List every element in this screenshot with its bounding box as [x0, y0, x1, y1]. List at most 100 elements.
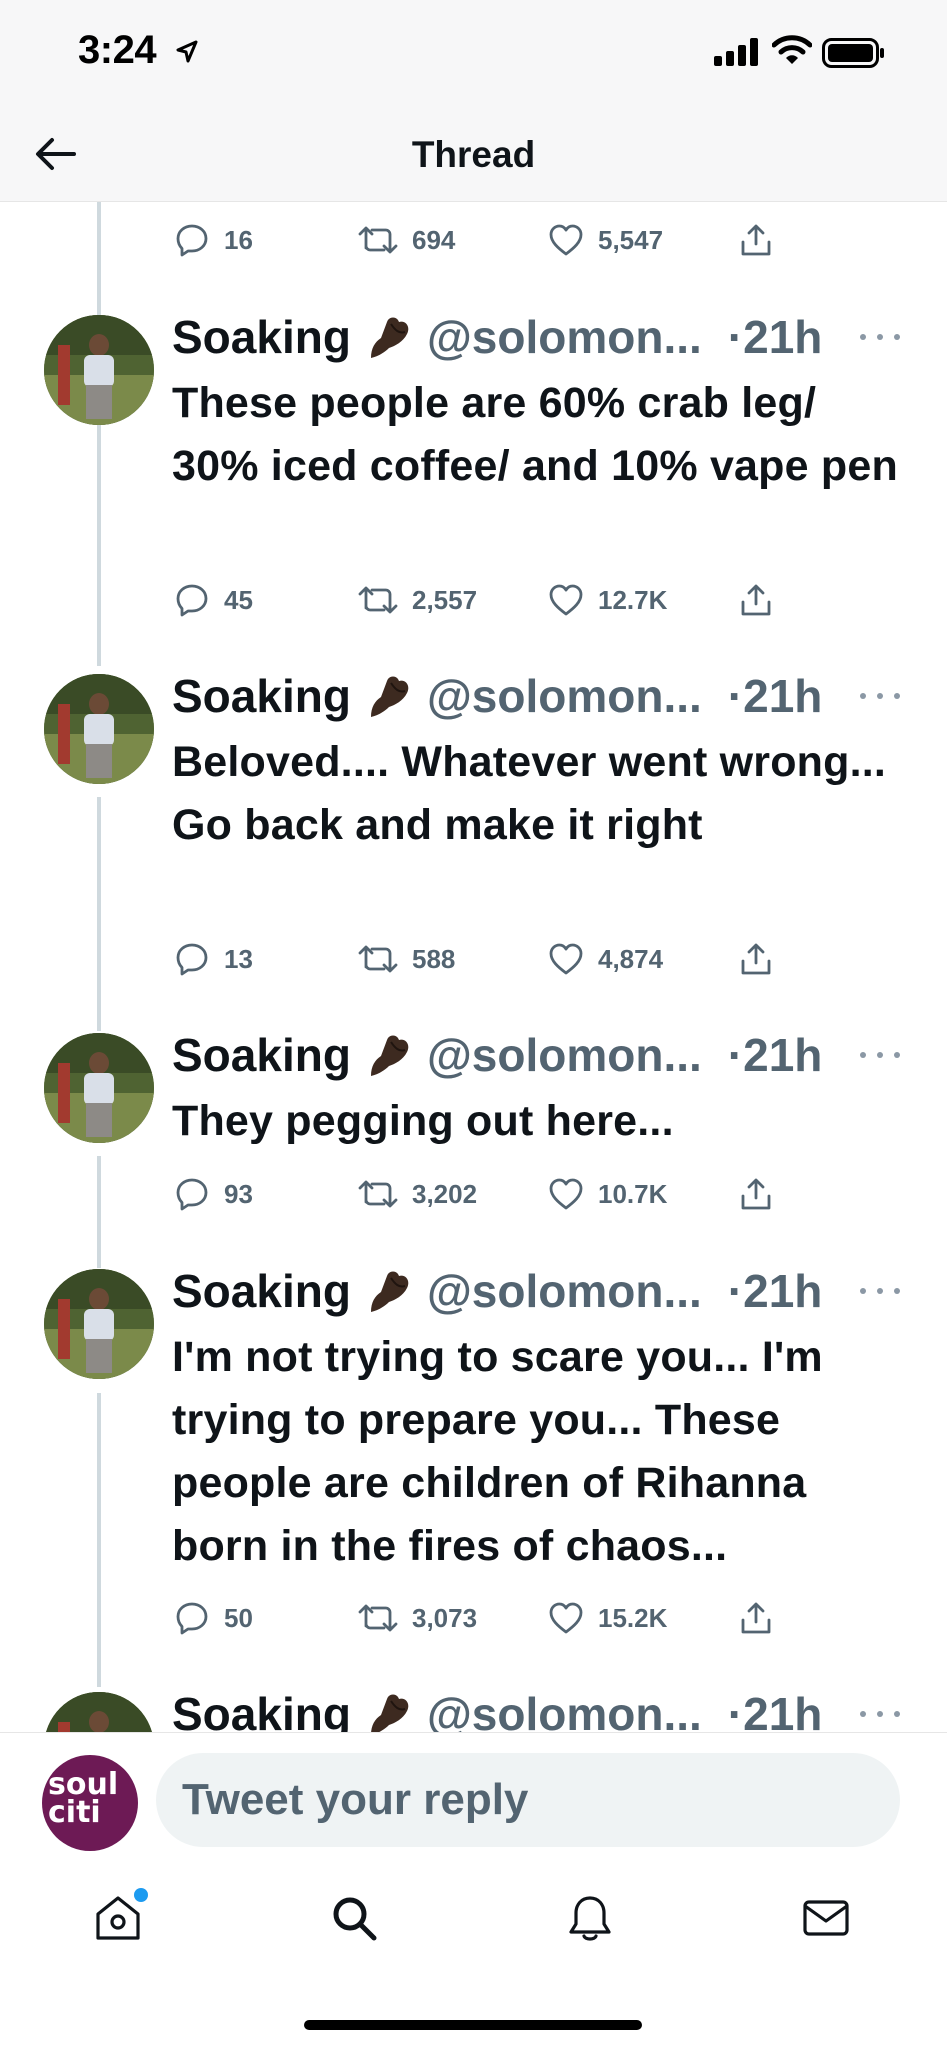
avatar[interactable]: soul citi: [42, 1755, 138, 1851]
cellular-signal-icon: [714, 38, 760, 71]
reply-button[interactable]: 16: [174, 218, 253, 262]
avatar[interactable]: [44, 1033, 154, 1143]
reply-icon: [174, 582, 210, 618]
like-button[interactable]: 4,874: [548, 937, 663, 981]
retweet-count: 3,202: [412, 1178, 478, 1209]
tweet-actions: 13 588 4,874: [0, 937, 947, 981]
reply-count: 16: [224, 224, 253, 255]
page-title: Thread: [411, 134, 536, 175]
reply-count: 93: [224, 1178, 253, 1209]
tweet-time-value: 21h: [743, 311, 823, 363]
tab-home[interactable]: [86, 1888, 150, 1952]
retweet-count: 694: [412, 224, 456, 255]
retweet-button[interactable]: 2,557: [358, 578, 477, 622]
like-button[interactable]: 5,547: [548, 218, 663, 262]
tweet-text: Beloved.... Whatever went wrong... Go ba…: [172, 738, 887, 849]
pinched-fingers-emoji-icon: [365, 671, 415, 721]
tweet-actions: 16 694 5,547: [0, 218, 947, 262]
thread-line: [97, 797, 101, 1031]
author-handle[interactable]: @solomon...: [427, 1264, 702, 1318]
like-button[interactable]: 12.7K: [548, 578, 667, 622]
retweet-button[interactable]: 588: [358, 937, 455, 981]
pinched-fingers-emoji-icon: [365, 312, 415, 362]
tweet-header: Soaking @solomon... ·21h: [172, 306, 822, 368]
more-options-button[interactable]: [860, 1704, 900, 1724]
reply-count: 50: [224, 1602, 253, 1633]
more-options-button[interactable]: [860, 1281, 900, 1301]
tweet-time: ·21h: [727, 1029, 823, 1081]
avatar[interactable]: [44, 315, 154, 425]
tab-bar: [0, 1852, 947, 2048]
like-button[interactable]: 15.2K: [548, 1596, 667, 1640]
heart-icon: [548, 942, 584, 976]
heart-icon: [548, 223, 584, 257]
reply-button[interactable]: 45: [174, 578, 253, 622]
share-icon: [738, 941, 774, 977]
avatar[interactable]: [44, 674, 154, 784]
more-options-button[interactable]: [860, 686, 900, 706]
retweet-count: 3,073: [412, 1602, 478, 1633]
like-count: 4,874: [598, 943, 664, 974]
tab-search[interactable]: [322, 1888, 386, 1952]
retweet-icon: [358, 1176, 398, 1212]
pinched-fingers-emoji-icon: [365, 1266, 415, 1316]
share-icon: [738, 582, 774, 618]
avatar[interactable]: [44, 1269, 154, 1379]
tweet-time-value: 21h: [743, 670, 823, 722]
author-handle[interactable]: @solomon...: [427, 310, 702, 364]
tweet-text: These people are 60% crab leg/ 30% iced …: [172, 379, 898, 490]
avatar-logo-line2: citi: [48, 1795, 101, 1830]
battery-icon: [822, 38, 886, 73]
more-options-button[interactable]: [860, 327, 900, 347]
retweet-button[interactable]: 3,202: [358, 1172, 477, 1216]
reply-button[interactable]: 13: [174, 937, 253, 981]
share-icon: [738, 1600, 774, 1636]
like-count: 5,547: [598, 224, 664, 255]
new-content-badge: [134, 1888, 148, 1902]
pinched-fingers-emoji-icon: [365, 1030, 415, 1080]
tweet-time: ·21h: [727, 670, 823, 722]
share-button[interactable]: [738, 578, 774, 622]
share-button[interactable]: [738, 1172, 774, 1216]
tweet-text: I'm not trying to scare you... I'm tryin…: [172, 1333, 823, 1570]
tweet-header: Soaking @solomon... ·21h: [172, 1024, 822, 1086]
retweet-count: 2,557: [412, 584, 478, 615]
author-name[interactable]: Soaking: [172, 1028, 351, 1082]
tweet-actions: 50 3,073 15.2K: [0, 1596, 947, 1640]
like-count: 12.7K: [598, 584, 668, 615]
tweet-header: Soaking @solomon... ·21h: [172, 1260, 822, 1322]
thread-line: [97, 1393, 101, 1687]
author-name[interactable]: Soaking: [172, 669, 351, 723]
retweet-count: 588: [412, 943, 456, 974]
bell-icon: [564, 1892, 616, 1949]
author-handle[interactable]: @solomon...: [427, 1028, 702, 1082]
tweet-time: ·21h: [727, 1265, 823, 1317]
like-count: 15.2K: [598, 1602, 668, 1633]
author-handle[interactable]: @solomon...: [427, 669, 702, 723]
tweet-time: ·21h: [727, 311, 823, 363]
author-name[interactable]: Soaking: [172, 310, 351, 364]
tweet-time-value: 21h: [743, 1029, 823, 1081]
author-name[interactable]: Soaking: [172, 1264, 351, 1318]
retweet-icon: [358, 222, 398, 258]
retweet-icon: [358, 582, 398, 618]
more-options-button[interactable]: [860, 1045, 900, 1065]
reply-button[interactable]: 50: [174, 1596, 253, 1640]
share-button[interactable]: [738, 937, 774, 981]
nav-bar: Thread: [0, 110, 947, 202]
location-arrow-icon: [176, 40, 198, 69]
tab-notifications[interactable]: [558, 1888, 622, 1952]
home-indicator: [304, 2020, 642, 2030]
reply-count: 45: [224, 584, 253, 615]
tweet-header: Soaking @solomon... ·21h: [172, 665, 822, 727]
reply-button[interactable]: 93: [174, 1172, 253, 1216]
share-button[interactable]: [738, 218, 774, 262]
share-button[interactable]: [738, 1596, 774, 1640]
reply-count: 13: [224, 943, 253, 974]
like-button[interactable]: 10.7K: [548, 1172, 667, 1216]
retweet-button[interactable]: 694: [358, 218, 455, 262]
tab-messages[interactable]: [794, 1888, 858, 1952]
retweet-button[interactable]: 3,073: [358, 1596, 477, 1640]
tweet-text: They pegging out here...: [172, 1097, 674, 1145]
reply-input[interactable]: [156, 1753, 900, 1847]
